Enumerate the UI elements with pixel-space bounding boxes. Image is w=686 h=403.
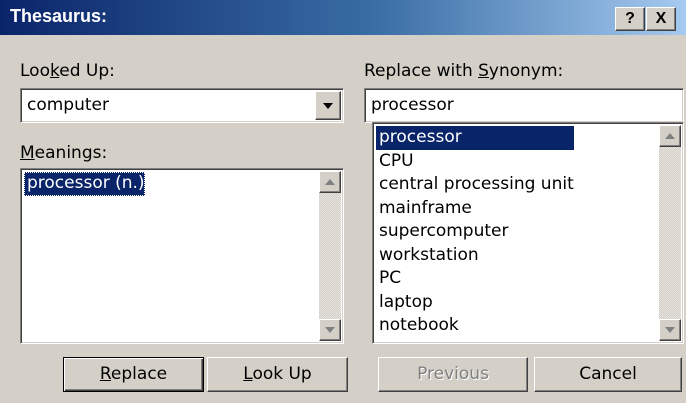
- previous-button[interactable]: Previous: [378, 357, 528, 392]
- synonyms-list[interactable]: processor CPU central processing unit ma…: [372, 122, 684, 344]
- title-bar: Thesaurus: ? X: [0, 0, 686, 35]
- synonym-input[interactable]: processor: [364, 88, 684, 123]
- arrow-down-icon: [325, 327, 335, 333]
- synonym-input-value: processor: [371, 95, 454, 115]
- synonym-item[interactable]: supercomputer: [376, 220, 574, 244]
- synonym-item[interactable]: processor: [376, 126, 574, 150]
- close-button[interactable]: X: [646, 7, 676, 31]
- scroll-down-button[interactable]: [659, 319, 681, 341]
- look-up-button[interactable]: Look Up: [207, 357, 348, 392]
- arrow-up-icon: [325, 179, 335, 185]
- arrow-down-icon: [665, 327, 675, 333]
- synonym-item[interactable]: workstation: [376, 244, 574, 268]
- chevron-down-icon: [323, 103, 333, 109]
- cancel-button[interactable]: Cancel: [534, 357, 682, 392]
- synonym-item[interactable]: CPU: [376, 150, 574, 174]
- synonym-item[interactable]: notebook: [376, 314, 574, 338]
- meanings-items: processor (n.): [24, 172, 145, 196]
- synonym-item[interactable]: central processing unit: [376, 173, 574, 197]
- arrow-up-icon: [665, 133, 675, 139]
- looked-up-label: Looked Up:: [20, 61, 115, 81]
- synonym-item[interactable]: laptop: [376, 291, 574, 315]
- synonym-item[interactable]: PC: [376, 267, 574, 291]
- meanings-item[interactable]: processor (n.): [24, 172, 145, 196]
- window-title: Thesaurus:: [10, 6, 108, 26]
- scroll-up-button[interactable]: [659, 125, 681, 147]
- replace-with-synonym-label: Replace with Synonym:: [364, 61, 564, 81]
- scroll-down-button[interactable]: [319, 319, 341, 341]
- looked-up-value: computer: [27, 95, 109, 115]
- meanings-list[interactable]: processor (n.): [20, 168, 344, 344]
- synonyms-items: processor CPU central processing unit ma…: [376, 126, 574, 338]
- meanings-label: Meanings:: [20, 143, 108, 163]
- meanings-scrollbar[interactable]: [319, 171, 341, 341]
- scroll-up-button[interactable]: [319, 171, 341, 193]
- looked-up-combobox[interactable]: computer: [20, 88, 344, 123]
- replace-button[interactable]: Replace: [63, 357, 204, 392]
- help-button[interactable]: ?: [615, 7, 645, 31]
- synonyms-scrollbar[interactable]: [659, 125, 681, 341]
- synonym-item[interactable]: mainframe: [376, 197, 574, 221]
- looked-up-dropdown-button[interactable]: [315, 91, 341, 120]
